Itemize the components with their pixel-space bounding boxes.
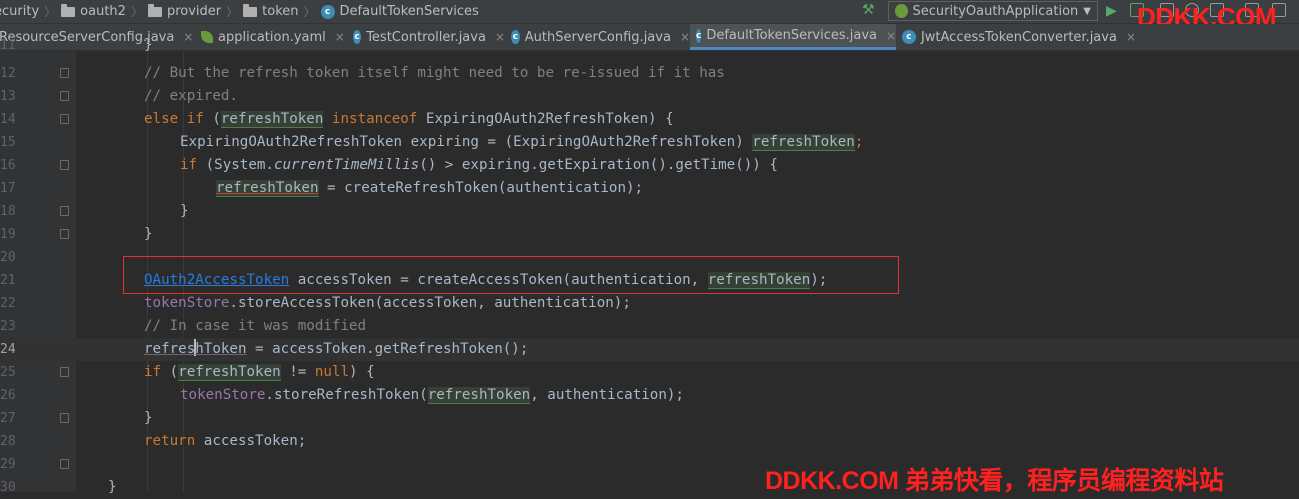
code-line: 28 return accessToken; <box>0 433 307 449</box>
highlight-annotation-box <box>123 256 899 294</box>
chevron-right-icon: 〉 <box>130 5 143 19</box>
code-line: 22 tokenStore.storeAccessToken(accessTok… <box>0 295 631 311</box>
run-configuration-label: SecurityOauthApplication <box>912 3 1079 19</box>
fold-marker-icon[interactable] <box>60 229 69 239</box>
code-line: 18 } <box>0 203 189 219</box>
breadcrumb: ecurity 〉 oauth2 〉 provider 〉 token 〉 cD… <box>0 0 479 23</box>
refresh-token-reference: refreshToken <box>144 339 247 357</box>
folder-icon <box>147 3 162 17</box>
refresh-token-reference: refreshToken <box>220 111 324 128</box>
fold-marker-icon[interactable] <box>60 367 69 377</box>
folder-icon <box>61 3 76 17</box>
breadcrumb-item-provider[interactable]: provider <box>147 3 221 19</box>
code-line: 25 if (refreshToken != null) { <box>0 364 375 381</box>
fold-marker-icon[interactable] <box>60 114 69 124</box>
class-icon: c <box>320 4 335 19</box>
code-line: 13 // expired. <box>0 88 238 104</box>
code-line: 19 } <box>0 226 153 242</box>
breadcrumb-item-token[interactable]: token <box>243 3 299 19</box>
fold-marker-icon[interactable] <box>60 459 69 469</box>
refresh-token-reference: refreshToken <box>752 134 855 151</box>
fold-marker-icon[interactable] <box>60 206 69 216</box>
build-hammer-icon[interactable]: ⚒ <box>862 2 875 18</box>
run-configuration-select[interactable]: SecurityOauthApplication ▼ <box>888 1 1098 21</box>
code-editor[interactable]: 11 } 12 // But the refresh token itself … <box>0 37 1299 495</box>
code-line-current: 24 refreshToken = accessToken.getRefresh… <box>0 338 1299 361</box>
chevron-down-icon: ▼ <box>1083 5 1091 17</box>
code-line: 27 } <box>0 410 153 426</box>
fold-marker-icon[interactable] <box>60 91 69 101</box>
refresh-token-reference: refreshToken <box>216 180 319 197</box>
breadcrumb-item-oauth2[interactable]: oauth2 <box>61 3 126 19</box>
refresh-token-reference: refreshToken <box>178 364 281 381</box>
code-line: 26 tokenStore.storeRefreshToken(refreshT… <box>0 387 684 404</box>
code-line: 16 if (System.currentTimeMillis() > expi… <box>0 157 778 173</box>
code-line: 15 ExpiringOAuth2RefreshToken expiring =… <box>0 134 864 151</box>
code-line: 14 else if (refreshToken instanceof Expi… <box>0 111 674 128</box>
code-line: 17 refreshToken = createRefreshToken(aut… <box>0 180 644 197</box>
breadcrumb-item-security[interactable]: ecurity <box>0 4 39 19</box>
chevron-right-icon: 〉 <box>226 5 239 19</box>
folder-icon <box>243 3 258 17</box>
fold-marker-icon[interactable] <box>60 413 69 423</box>
code-line: 23 // In case it was modified <box>0 318 367 334</box>
chevron-right-icon: 〉 <box>44 5 57 19</box>
code-line: 12 // But the refresh token itself might… <box>0 65 725 81</box>
fold-marker-icon[interactable] <box>60 160 69 170</box>
navigation-bar: ecurity 〉 oauth2 〉 provider 〉 token 〉 cD… <box>0 0 1299 32</box>
fold-marker-icon[interactable] <box>60 68 69 78</box>
spring-boot-icon <box>895 4 908 18</box>
chevron-right-icon: 〉 <box>303 5 316 19</box>
code-line: 11 } <box>0 37 153 53</box>
run-icon[interactable]: ▶ <box>1106 3 1117 19</box>
refresh-token-reference: refreshToken <box>427 387 531 404</box>
breadcrumb-item-default-token-services[interactable]: c DefaultTokenServices <box>320 4 479 19</box>
